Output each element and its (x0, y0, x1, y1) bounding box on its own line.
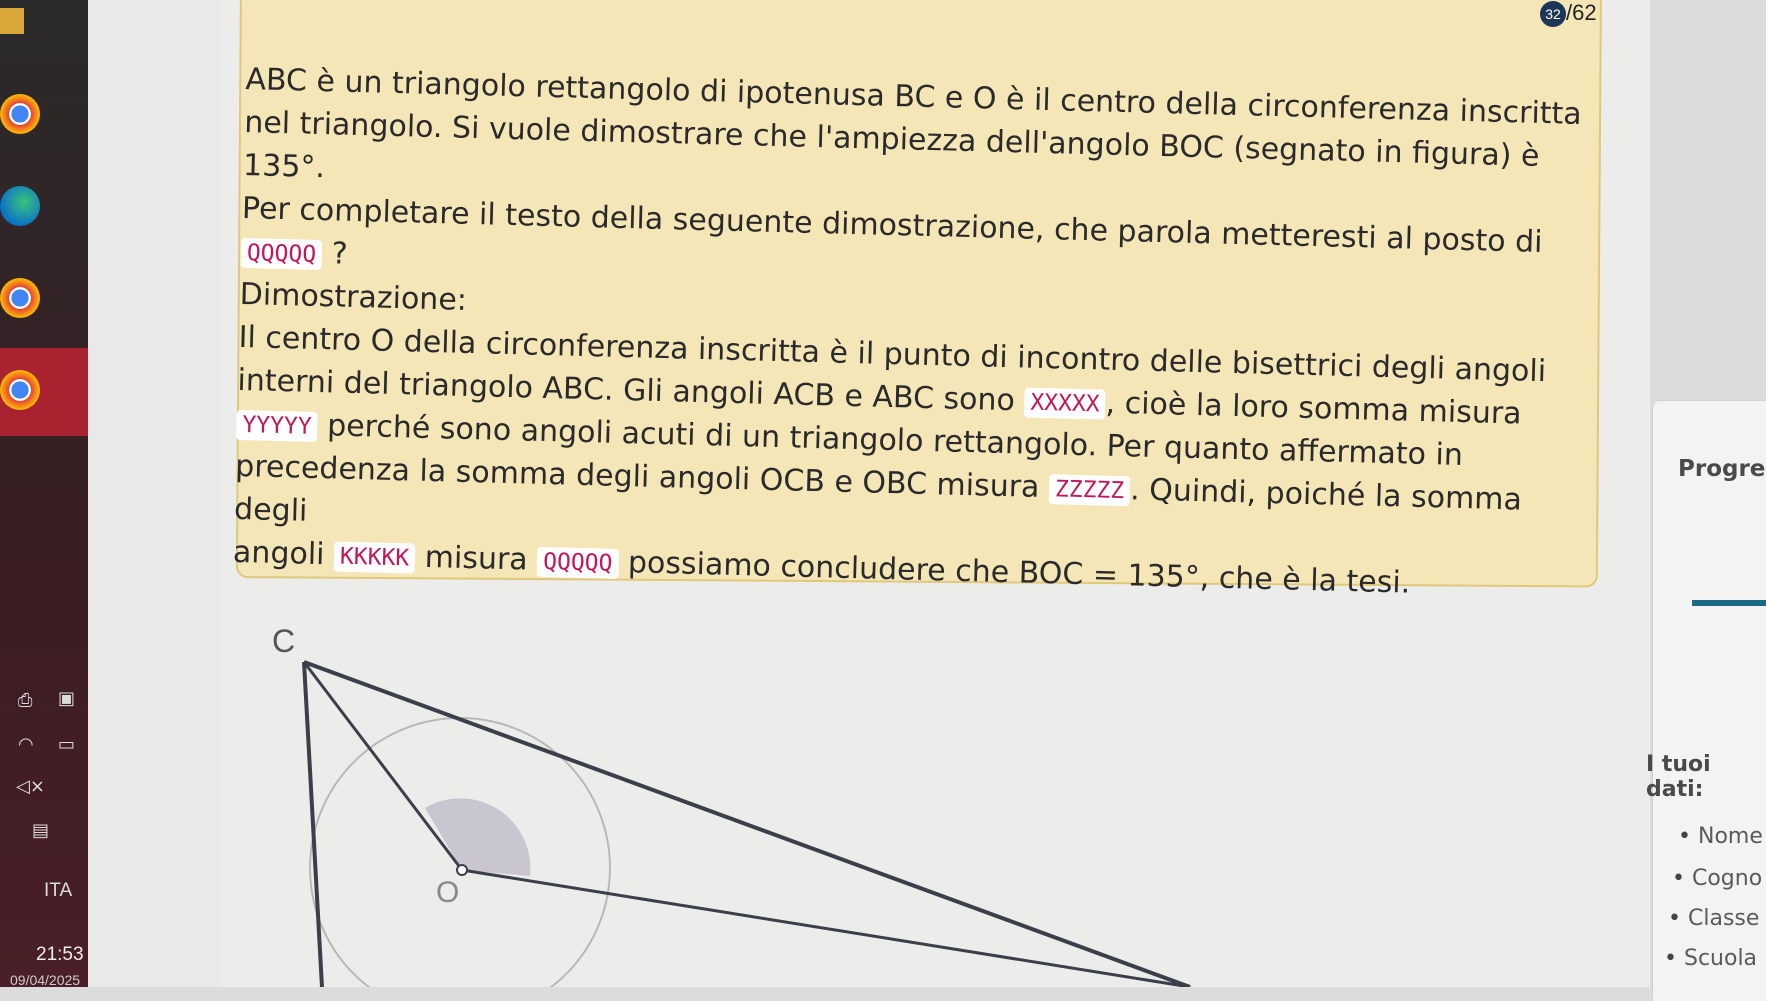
label-c: C (272, 623, 295, 659)
point-o (456, 864, 468, 876)
user-data-item: Nome (1678, 824, 1763, 849)
segment-co (302, 661, 464, 871)
user-data-item: Scuola (1664, 946, 1757, 971)
user-data-item: Cogno (1672, 866, 1762, 891)
progress-bar (1692, 600, 1766, 606)
label-o: O (436, 876, 459, 909)
side-ca (302, 661, 324, 987)
angle-boc-marker (425, 798, 531, 876)
user-data-label: I tuoi dati: (1646, 752, 1711, 802)
user-data-item: Classe (1668, 906, 1759, 931)
progress-label: Progres (1678, 456, 1766, 482)
triangle-figure: C O (272, 623, 1191, 987)
